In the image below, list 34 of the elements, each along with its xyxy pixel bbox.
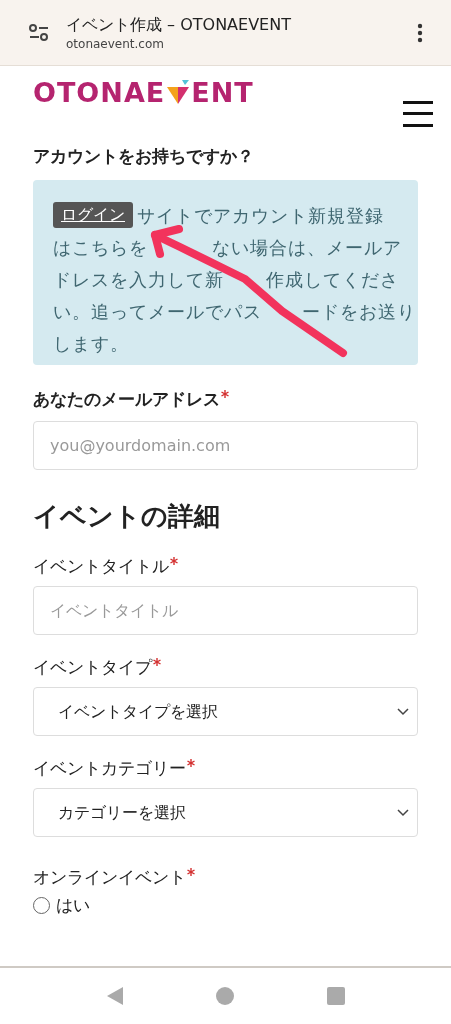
field-label: イベントタイトル: [33, 556, 169, 576]
text-field[interactable]: イベントタイトル: [33, 586, 418, 635]
field-label: オンラインイベント: [33, 867, 186, 887]
info-message: します。: [53, 331, 129, 356]
email-field[interactable]: you@yourdomain.com: [33, 421, 418, 470]
dropdown[interactable]: カテゴリーを選択: [33, 788, 418, 837]
home-icon[interactable]: [216, 987, 235, 1005]
section-heading: イベントの詳細: [33, 500, 221, 533]
info-message: サイトでアカウント新規登録: [137, 203, 384, 228]
login-button[interactable]: ログイン: [53, 202, 133, 228]
field-label: イベントタイプ: [33, 657, 152, 677]
caret-icon: [397, 808, 409, 817]
menu-icon[interactable]: [403, 101, 433, 127]
page-url: otonaevent.com: [66, 35, 165, 52]
info-message: はこちらを: [53, 235, 148, 260]
radio-label: はい: [56, 894, 90, 917]
dropdown[interactable]: イベントタイプを選択: [33, 687, 418, 736]
logo-text: OTONAE: [33, 78, 166, 108]
info-message: ない場合は、メールア: [212, 235, 402, 260]
more-menu-icon[interactable]: [417, 22, 423, 43]
recents-icon[interactable]: [326, 987, 345, 1005]
page-title: イベント作成 – OTONAEVENT: [66, 13, 292, 36]
info-message: ードをお送り: [302, 299, 416, 324]
field-label: イベントカテゴリー: [33, 758, 186, 778]
section-heading: アカウントをお持ちですか？: [33, 145, 255, 168]
info-message: 作成してくださ: [266, 267, 399, 292]
field-label: あなたのメールアドレス: [33, 389, 220, 409]
caret-icon: [397, 707, 409, 716]
info-message: ドレスを入力して新: [53, 267, 224, 292]
logo-text: ENT: [191, 78, 254, 108]
site-settings-icon[interactable]: [28, 22, 50, 43]
info-message: い。追ってメールでパス: [53, 299, 262, 324]
logo-icon: [166, 80, 191, 106]
back-icon[interactable]: [106, 986, 125, 1006]
